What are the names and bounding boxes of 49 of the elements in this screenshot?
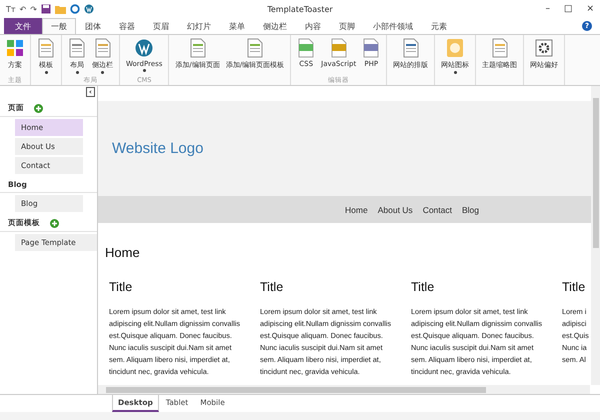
ribbon-tab[interactable]: 菜单 — [220, 18, 254, 34]
file-icon — [330, 38, 348, 58]
window-title: TemplateToaster — [267, 4, 333, 14]
nav-link[interactable]: Contact — [422, 204, 452, 214]
document-icon — [37, 38, 55, 58]
nav-link[interactable]: About Us — [378, 204, 413, 214]
document-icon — [94, 38, 112, 58]
toolbar-button[interactable]: ↷ — [30, 4, 37, 14]
window-control[interactable]: □ — [564, 4, 572, 14]
nav-link[interactable]: Blog — [462, 204, 479, 214]
ribbon-tab[interactable]: 团体 — [76, 18, 110, 34]
column-title: Title — [260, 280, 284, 294]
ribbon-tab[interactable]: 元素 — [422, 18, 456, 34]
ribbon-tab[interactable]: 容器 — [110, 18, 144, 34]
ribbon-tab[interactable]: 一般 — [42, 18, 76, 34]
column-title: Title — [562, 280, 586, 294]
save-icon[interactable] — [40, 4, 51, 14]
document-icon — [490, 38, 509, 58]
window-control[interactable]: – — [545, 4, 550, 14]
column-title: Title — [109, 280, 134, 294]
scrollbar[interactable] — [591, 86, 600, 385]
file-icon — [297, 38, 316, 58]
column-title: Title — [411, 280, 436, 294]
document-icon — [188, 38, 207, 58]
ribbon-tab[interactable]: 幻灯片 — [178, 18, 220, 34]
wordpress-icon[interactable] — [84, 4, 94, 14]
page-heading: Home — [104, 244, 141, 260]
add-icon[interactable] — [50, 218, 59, 228]
document-icon — [402, 38, 420, 58]
toolbar-button[interactable]: Tт — [6, 4, 16, 14]
file-menu-tab[interactable]: 文件 — [4, 18, 42, 34]
window-control[interactable]: × — [586, 4, 594, 14]
scrollbar[interactable] — [98, 385, 590, 394]
folder-icon[interactable] — [54, 4, 66, 14]
nav-link[interactable]: Home — [345, 204, 368, 214]
ribbon-tab[interactable]: 侧边栏 — [254, 18, 296, 34]
ribbon-tab[interactable]: 小部件领域 — [364, 18, 422, 34]
ribbon-tab[interactable]: 内容 — [296, 18, 330, 34]
document-icon — [68, 38, 86, 58]
wordpress-icon — [135, 38, 154, 58]
ribbon-tab[interactable]: 页眉 — [144, 18, 178, 34]
document-icon — [246, 38, 264, 58]
website-logo: Website Logo — [112, 140, 204, 157]
settings-icon — [535, 38, 554, 58]
ribbon-tab[interactable]: 页脚 — [330, 18, 364, 34]
grid-icon — [6, 38, 24, 58]
file-icon — [362, 38, 380, 58]
toolbar-button[interactable]: ↶ — [20, 4, 26, 14]
add-icon[interactable] — [34, 104, 43, 112]
